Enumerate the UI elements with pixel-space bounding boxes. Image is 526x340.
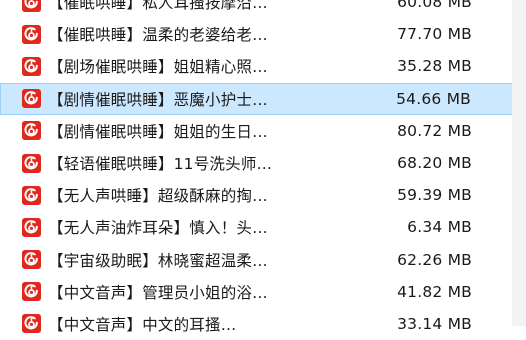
file-row[interactable]: 【催眠哄睡】私人耳搔按摩沿… 60.08 MB xyxy=(0,0,526,18)
netease-music-icon xyxy=(22,314,41,334)
file-size: 54.66 MB xyxy=(396,89,471,108)
file-name: 【剧情催眠哄睡】姐姐的生日… xyxy=(48,122,268,141)
netease-music-icon xyxy=(22,250,41,270)
file-size: 35.28 MB xyxy=(397,57,472,76)
netease-music-icon xyxy=(22,56,41,76)
file-row[interactable]: 【无人声油炸耳朵】慎入！头… 6.34 MB xyxy=(0,211,526,243)
file-size: 77.70 MB xyxy=(397,25,472,44)
netease-music-icon xyxy=(22,217,41,237)
file-name: 【无人声哄睡】超级酥麻的掏… xyxy=(48,187,268,206)
file-list: 【催眠哄睡】私人耳搔按摩沿… 60.08 MB 【催眠哄睡】温柔的老婆给老… 7… xyxy=(0,0,526,340)
netease-music-icon xyxy=(22,24,41,44)
file-row[interactable]: 【宇宙级助眠】林晓蜜超温柔… 62.26 MB xyxy=(0,244,526,276)
file-name: 【中文音声】管理员小姐的浴… xyxy=(48,283,268,302)
netease-music-icon xyxy=(22,185,41,205)
file-row[interactable]: 【剧场催眠哄睡】姐姐精心照… 35.28 MB xyxy=(0,50,526,82)
file-size: 68.20 MB xyxy=(397,154,472,173)
file-name: 【剧场催眠哄睡】姐姐精心照… xyxy=(48,58,268,77)
file-name: 【轻语催眠哄睡】11号洗头师… xyxy=(48,155,273,174)
netease-music-icon xyxy=(22,89,41,109)
file-name: 【剧情催眠哄睡】恶魔小护士… xyxy=(48,90,268,109)
file-size: 33.14 MB xyxy=(397,314,472,333)
file-size: 60.08 MB xyxy=(397,0,472,12)
file-size: 41.82 MB xyxy=(397,282,472,301)
file-name: 【催眠哄睡】温柔的老婆给老… xyxy=(48,26,268,45)
netease-music-icon xyxy=(22,153,41,173)
file-row[interactable]: 【催眠哄睡】温柔的老婆给老… 77.70 MB xyxy=(0,18,526,50)
scrollbar-track[interactable] xyxy=(512,0,526,326)
file-row[interactable]: 【轻语催眠哄睡】11号洗头师… 68.20 MB xyxy=(0,147,526,179)
file-name: 【催眠哄睡】私人耳搔按摩沿… xyxy=(48,0,268,13)
file-row[interactable]: 【中文音声】中文的耳搔… 33.14 MB xyxy=(0,308,526,340)
file-row[interactable]: 【中文音声】管理员小姐的浴… 41.82 MB xyxy=(0,276,526,308)
file-size: 80.72 MB xyxy=(397,121,472,140)
file-size: 59.39 MB xyxy=(397,186,472,205)
file-row[interactable]: 【剧情催眠哄睡】姐姐的生日… 80.72 MB xyxy=(0,115,526,147)
netease-music-icon xyxy=(22,282,41,302)
file-size: 6.34 MB xyxy=(407,218,472,237)
netease-music-icon xyxy=(22,121,41,141)
file-size: 62.26 MB xyxy=(397,250,472,269)
file-name: 【中文音声】中文的耳搔… xyxy=(48,315,237,334)
file-row-selected[interactable]: 【剧情催眠哄睡】恶魔小护士… 54.66 MB xyxy=(0,82,526,115)
netease-music-icon xyxy=(22,0,41,12)
file-name: 【宇宙级助眠】林晓蜜超温柔… xyxy=(48,251,268,270)
file-name: 【无人声油炸耳朵】慎入！头… xyxy=(48,219,268,238)
file-row[interactable]: 【无人声哄睡】超级酥麻的掏… 59.39 MB xyxy=(0,179,526,211)
